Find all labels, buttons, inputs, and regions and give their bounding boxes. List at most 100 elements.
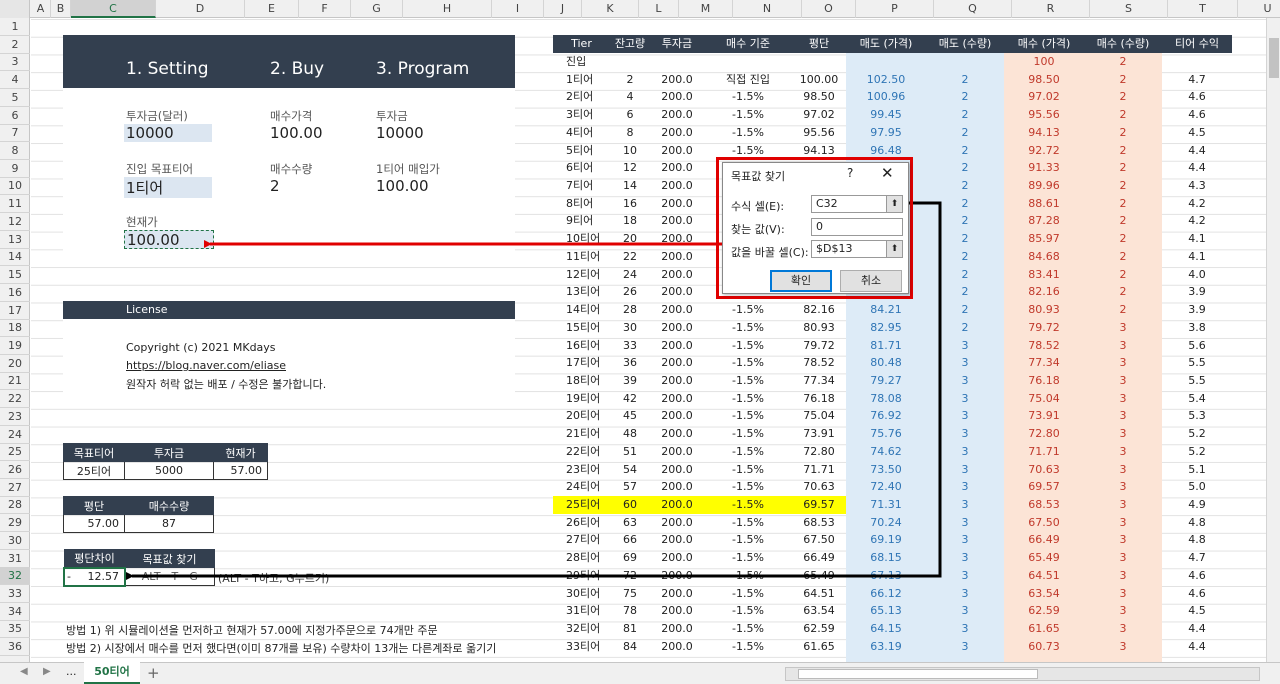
table-cell[interactable]: 69.57 [1004,478,1084,496]
table-cell[interactable]: 18 [610,212,650,230]
table-cell[interactable]: 200.0 [650,124,704,142]
table-cell[interactable]: 25티어 [553,496,610,514]
table-cell[interactable]: 2 [926,248,1004,266]
table-cell[interactable]: 6 [610,106,650,124]
table-cell[interactable]: 94.13 [1004,124,1084,142]
table-cell[interactable]: 4.3 [1162,177,1232,195]
table-cell[interactable]: 3 [1084,390,1162,408]
table-cell[interactable]: 71.31 [846,496,926,514]
table-cell[interactable]: 76.92 [846,407,926,425]
table-cell[interactable]: -1.5% [704,585,792,603]
table-cell[interactable]: 2 [1084,212,1162,230]
goal-seek-dialog[interactable]: 목표값 찾기 ? ✕ 수식 셀(E): C32 ⬆ 찾는 값(V): 0 값을 … [722,162,909,294]
table-cell[interactable]: 30티어 [553,585,610,603]
table-cell[interactable]: 2 [926,159,1004,177]
table-cell[interactable]: 10티어 [553,230,610,248]
table-cell[interactable]: 2 [926,124,1004,142]
table-cell[interactable]: 200.0 [650,195,704,213]
column-header-f[interactable]: F [299,0,351,18]
table-cell[interactable]: 3 [926,443,1004,461]
table-cell[interactable]: 91.33 [1004,159,1084,177]
vertical-scrollbar[interactable] [1266,18,1280,662]
table-cell[interactable]: -1.5% [704,354,792,372]
table-cell[interactable]: 2 [926,230,1004,248]
horizontal-scrollbar[interactable] [785,667,1260,681]
table-cell[interactable]: 3 [1084,372,1162,390]
table-cell[interactable]: 2 [926,88,1004,106]
table-cell[interactable]: 16티어 [553,337,610,355]
table-cell[interactable]: 82.16 [792,301,846,319]
table-cell[interactable]: 4.6 [1162,88,1232,106]
table-cell[interactable]: 6티어 [553,159,610,177]
table-cell[interactable]: 4 [610,88,650,106]
table-cell[interactable]: 3 [1084,638,1162,656]
table-cell[interactable]: 3 [1084,478,1162,496]
table-cell[interactable]: 66.49 [792,549,846,567]
table-cell[interactable]: -1.5% [704,88,792,106]
table-cell[interactable]: 15티어 [553,319,610,337]
table-cell[interactable]: 2 [1084,301,1162,319]
column-header-r[interactable]: R [1012,0,1090,18]
table-cell[interactable]: 3 [1084,602,1162,620]
row-header-16[interactable]: 16 [0,284,30,302]
table-cell[interactable]: 73.91 [1004,407,1084,425]
table-cell[interactable]: 11티어 [553,248,610,266]
table-cell[interactable]: 200.0 [650,372,704,390]
table-cell[interactable]: 60.73 [1004,638,1084,656]
row-header-22[interactable]: 22 [0,390,30,409]
table-cell[interactable]: 33 [610,337,650,355]
table-cell[interactable]: 4티어 [553,124,610,142]
more-sheets-button[interactable]: ... [66,665,77,678]
table-cell[interactable]: 진입 [553,53,610,71]
table-cell[interactable]: 73.50 [846,461,926,479]
table-cell[interactable]: 3 [1084,407,1162,425]
table-cell[interactable]: 57.00 [63,514,125,533]
table-cell[interactable]: 3 [926,425,1004,443]
table-cell[interactable]: 3 [1084,549,1162,567]
table-cell[interactable]: 5.0 [1162,478,1232,496]
column-header-d[interactable]: D [156,0,245,18]
table-cell[interactable]: 27티어 [553,531,610,549]
table-cell[interactable]: 200.0 [650,620,704,638]
table-cell[interactable]: 20 [610,230,650,248]
table-cell[interactable]: 4.4 [1162,142,1232,160]
table-cell[interactable]: 3 [926,496,1004,514]
table-cell[interactable]: 95.56 [1004,106,1084,124]
table-cell[interactable]: 200.0 [650,248,704,266]
table-cell[interactable]: 21티어 [553,425,610,443]
row-header-19[interactable]: 19 [0,337,30,355]
row-header-9[interactable]: 9 [0,160,30,178]
table-cell[interactable]: 63.54 [1004,585,1084,603]
table-cell[interactable]: 3 [926,390,1004,408]
to-value-input[interactable]: 0 [811,218,903,236]
table-cell[interactable]: -1.5% [704,425,792,443]
table-cell[interactable]: 200.0 [650,461,704,479]
table-cell[interactable]: 80.93 [1004,301,1084,319]
table-cell[interactable]: 84.68 [1004,248,1084,266]
table-cell[interactable]: 81.71 [846,337,926,355]
table-cell[interactable]: 2 [1084,230,1162,248]
table-cell[interactable]: 2 [926,319,1004,337]
table-cell[interactable]: -1.5% [704,372,792,390]
table-cell[interactable]: 84.21 [846,301,926,319]
table-cell[interactable]: 30 [610,319,650,337]
table-cell[interactable]: 78 [610,602,650,620]
table-cell[interactable]: 2 [926,142,1004,160]
row-header-34[interactable]: 34 [0,603,30,621]
table-cell[interactable]: -1.5% [704,390,792,408]
table-cell[interactable]: 2 [1084,248,1162,266]
table-cell[interactable]: 71.71 [1004,443,1084,461]
table-cell[interactable]: 3.9 [1162,301,1232,319]
column-header-i[interactable]: I [492,0,544,18]
table-cell[interactable]: 3 [926,372,1004,390]
column-header-k[interactable]: K [582,0,639,18]
table-cell[interactable]: 4.6 [1162,106,1232,124]
table-cell[interactable]: 33티어 [553,638,610,656]
table-cell[interactable]: 76.18 [792,390,846,408]
table-cell[interactable]: 24티어 [553,478,610,496]
table-cell[interactable]: -1.5% [704,407,792,425]
collapse-icon[interactable]: ⬆ [886,196,902,212]
table-cell[interactable]: 81 [610,620,650,638]
table-cell[interactable]: -1.5% [704,567,792,585]
next-sheet-icon[interactable]: ▶ [43,666,51,677]
